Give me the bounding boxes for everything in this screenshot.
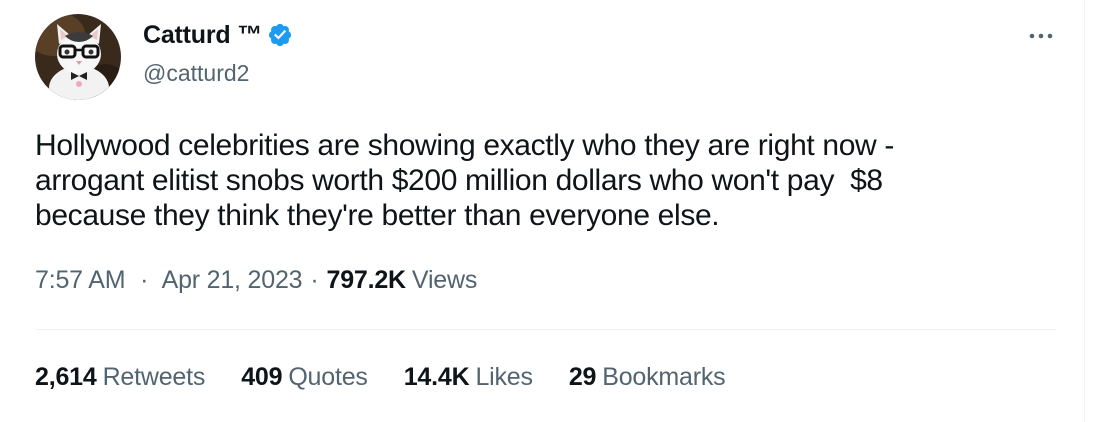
- retweets-count: 2,614: [35, 363, 97, 391]
- views-label: Views: [411, 266, 478, 294]
- meta-separator: ·: [140, 266, 149, 294]
- bookmarks-stat[interactable]: 29 Bookmarks: [569, 363, 726, 392]
- tweet-timestamp[interactable]: 7:57 AM · Apr 21, 2023: [35, 266, 303, 295]
- engagement-stats: 2,614 Retweets 409 Quotes 14.4K Likes 29 Boo…: [35, 363, 761, 392]
- retweets-stat[interactable]: 2,614 Retweets: [35, 363, 205, 392]
- cat-avatar-icon: [35, 14, 121, 100]
- column-border: [1084, 0, 1085, 422]
- views-count: 797.2K: [326, 266, 407, 294]
- divider: [35, 329, 1056, 330]
- bookmarks-count: 29: [568, 363, 597, 391]
- tweet-date: Apr 21, 2023: [161, 266, 303, 294]
- quotes-stat[interactable]: 409 Quotes: [241, 363, 368, 392]
- tweet-card: Catturd ™ @catturd2 Hollywood celebritie…: [0, 0, 1084, 422]
- author-display-name[interactable]: Catturd ™: [143, 21, 262, 50]
- author-handle[interactable]: @catturd2: [143, 60, 249, 87]
- bookmarks-label: Bookmarks: [602, 363, 726, 391]
- more-options-icon[interactable]: [1026, 22, 1056, 50]
- likes-count: 14.4K: [403, 363, 470, 391]
- meta-separator: ·: [310, 266, 319, 294]
- avatar[interactable]: [35, 14, 121, 100]
- quotes-count: 409: [241, 363, 283, 391]
- retweets-label: Retweets: [102, 363, 206, 391]
- tweet-meta: 7:57 AM · Apr 21, 2023 · 797.2K Views: [35, 266, 477, 295]
- verified-badge-icon[interactable]: [267, 22, 293, 48]
- quotes-label: Quotes: [288, 363, 368, 391]
- likes-label: Likes: [475, 363, 533, 391]
- tweet-time: 7:57 AM: [35, 266, 126, 294]
- likes-stat[interactable]: 14.4K Likes: [404, 363, 533, 392]
- author-name-row: Catturd ™: [143, 20, 293, 50]
- tweet-text: Hollywood celebrities are showing exactl…: [35, 129, 894, 232]
